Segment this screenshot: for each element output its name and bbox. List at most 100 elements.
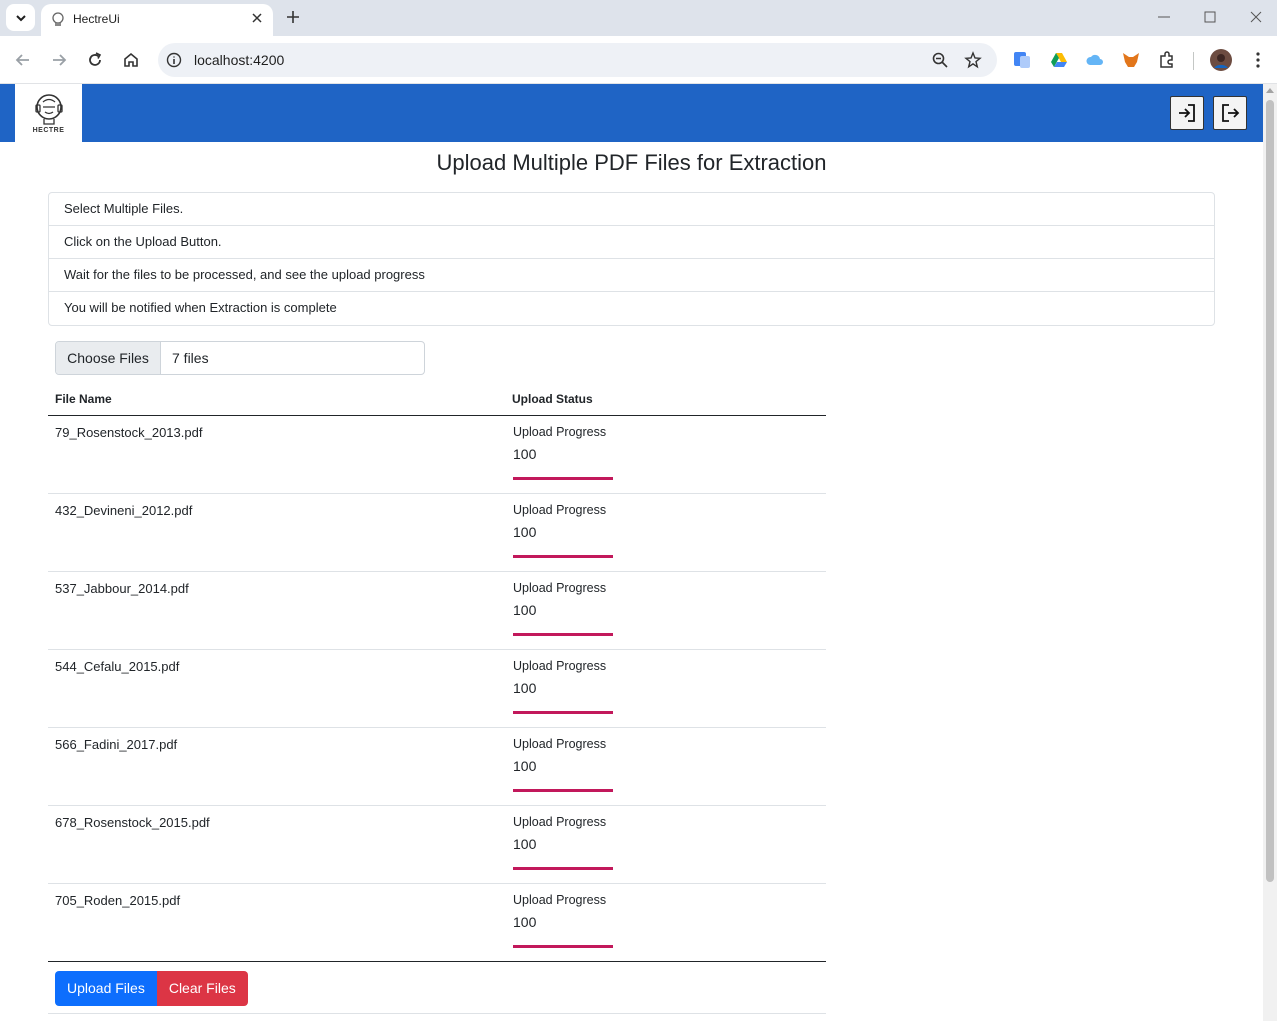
instructions-list: Select Multiple Files. Click on the Uplo… xyxy=(48,192,1215,326)
upload-status-cell: Upload Progress 100 xyxy=(505,415,826,494)
upload-progress-label: Upload Progress xyxy=(513,815,607,829)
upload-progress-value: 100 xyxy=(513,758,537,774)
file-name: 432_Devineni_2012.pdf xyxy=(55,503,193,518)
file-name-cell: 544_Cefalu_2015.pdf xyxy=(48,649,505,728)
progress-bar-fill xyxy=(513,789,613,792)
profile-avatar-icon[interactable] xyxy=(1210,49,1232,71)
progress-bar xyxy=(513,555,613,558)
file-name: 705_Roden_2015.pdf xyxy=(55,893,181,908)
file-name-cell: 705_Roden_2015.pdf xyxy=(48,883,505,962)
browser-menu-icon[interactable] xyxy=(1248,50,1268,70)
progress-bar xyxy=(513,633,613,636)
instruction-item: Wait for the files to be processed, and … xyxy=(49,259,1214,292)
file-name-cell: 432_Devineni_2012.pdf xyxy=(48,493,505,572)
home-icon[interactable] xyxy=(121,50,141,70)
progress-bar-fill xyxy=(513,555,613,558)
browser-toolbar: localhost:4200 xyxy=(0,36,1277,84)
window-close-icon[interactable] xyxy=(1248,9,1264,25)
app-logo[interactable]: HECTRE xyxy=(15,84,82,142)
page-title: Upload Multiple PDF Files for Extraction xyxy=(436,150,827,175)
metamask-extension-icon[interactable] xyxy=(1121,50,1141,70)
upload-status-cell: Upload Progress 100 xyxy=(505,883,826,962)
progress-bar xyxy=(513,711,613,714)
table-row: 537_Jabbour_2014.pdf Upload Progress 100 xyxy=(48,571,826,650)
upload-progress-label: Upload Progress xyxy=(513,659,607,673)
upload-progress-value: 100 xyxy=(513,446,537,462)
progress-bar xyxy=(513,477,613,480)
bookmark-star-icon[interactable] xyxy=(964,51,982,69)
chevron-down-icon xyxy=(15,14,26,21)
file-name: 79_Rosenstock_2013.pdf xyxy=(55,425,203,440)
action-buttons: Upload Files Clear Files xyxy=(55,971,248,1006)
close-icon[interactable] xyxy=(250,11,264,25)
page-scrollbar[interactable] xyxy=(1263,84,1277,1021)
toolbar-divider xyxy=(1193,52,1194,70)
instruction-item: Click on the Upload Button. xyxy=(49,226,1214,259)
file-name-cell: 79_Rosenstock_2013.pdf xyxy=(48,415,505,494)
scrollbar-thumb[interactable] xyxy=(1266,100,1274,882)
file-name-cell: 566_Fadini_2017.pdf xyxy=(48,727,505,806)
login-button[interactable] xyxy=(1170,96,1204,130)
reload-icon[interactable] xyxy=(85,50,105,70)
zoom-icon[interactable] xyxy=(931,51,949,69)
tab-title: HectreUi xyxy=(73,12,120,26)
table-row: 705_Roden_2015.pdf Upload Progress 100 xyxy=(48,883,826,962)
drive-extension-icon[interactable] xyxy=(1049,50,1069,70)
logout-icon xyxy=(1222,104,1240,122)
upload-progress-label: Upload Progress xyxy=(513,893,607,907)
file-name: 544_Cefalu_2015.pdf xyxy=(55,659,180,674)
favicon-icon xyxy=(52,12,64,26)
browser-tab[interactable]: HectreUi xyxy=(41,4,273,36)
upload-status-cell: Upload Progress 100 xyxy=(505,649,826,728)
progress-bar xyxy=(513,945,613,948)
upload-progress-value: 100 xyxy=(513,680,537,696)
instruction-item: You will be notified when Extraction is … xyxy=(64,300,337,315)
extensions-puzzle-icon[interactable] xyxy=(1157,50,1177,70)
cloud-extension-icon[interactable] xyxy=(1085,50,1105,70)
maximize-icon[interactable] xyxy=(1202,9,1218,25)
selected-files-text: 7 files xyxy=(172,350,209,366)
progress-bar xyxy=(513,867,613,870)
upload-status-cell: Upload Progress 100 xyxy=(505,727,826,806)
translate-extension-icon[interactable] xyxy=(1012,50,1032,70)
logout-button[interactable] xyxy=(1213,96,1247,130)
address-bar[interactable]: localhost:4200 xyxy=(158,43,997,77)
upload-files-button[interactable]: Upload Files xyxy=(55,971,157,1006)
url-text: localhost:4200 xyxy=(194,52,285,68)
column-header-file-name: File Name xyxy=(48,384,505,416)
upload-progress-label: Upload Progress xyxy=(513,425,607,439)
file-input[interactable]: Choose Files 7 files xyxy=(55,341,425,375)
progress-bar-fill xyxy=(513,477,613,480)
upload-progress-value: 100 xyxy=(513,524,537,540)
table-header-row: File Name Upload Status xyxy=(48,384,826,416)
upload-progress-value: 100 xyxy=(513,836,537,852)
file-name-cell: 678_Rosenstock_2015.pdf xyxy=(48,805,505,884)
upload-progress-value: 100 xyxy=(513,914,537,930)
progress-bar-fill xyxy=(513,633,613,636)
forward-icon[interactable] xyxy=(49,50,69,70)
minimize-icon[interactable] xyxy=(1156,9,1172,25)
table-row: 566_Fadini_2017.pdf Upload Progress 100 xyxy=(48,727,826,806)
tab-search-button[interactable] xyxy=(6,4,35,31)
files-table: File Name Upload Status 79_Rosenstock_20… xyxy=(48,384,826,962)
progress-bar-fill xyxy=(513,945,613,948)
file-name: 678_Rosenstock_2015.pdf xyxy=(55,815,210,830)
choose-files-button[interactable]: Choose Files xyxy=(56,342,161,374)
upload-status-cell: Upload Progress 100 xyxy=(505,493,826,572)
back-icon[interactable] xyxy=(13,50,33,70)
browser-tabbar: HectreUi xyxy=(0,0,1277,36)
instruction-item: Select Multiple Files. xyxy=(49,193,1214,226)
table-row: 432_Devineni_2012.pdf Upload Progress 100 xyxy=(48,493,826,572)
upload-status-cell: Upload Progress 100 xyxy=(505,571,826,650)
progress-bar xyxy=(513,789,613,792)
clear-files-button[interactable]: Clear Files xyxy=(156,971,248,1006)
file-name-cell: 537_Jabbour_2014.pdf xyxy=(48,571,505,650)
progress-bar-fill xyxy=(513,711,613,714)
upload-progress-label: Upload Progress xyxy=(513,503,607,517)
upload-status-cell: Upload Progress 100 xyxy=(505,805,826,884)
login-icon xyxy=(1179,104,1195,122)
file-name: 566_Fadini_2017.pdf xyxy=(55,737,178,752)
scroll-up-icon[interactable] xyxy=(1266,88,1274,93)
site-info-icon[interactable] xyxy=(166,52,182,68)
new-tab-icon[interactable] xyxy=(284,8,302,26)
